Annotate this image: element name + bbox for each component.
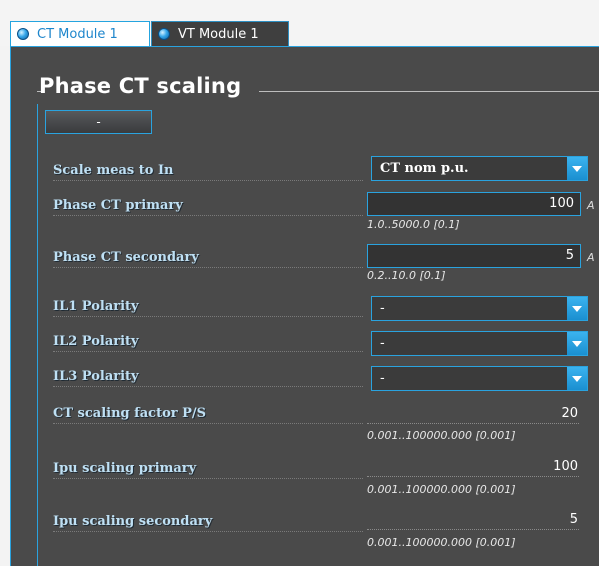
- ct-primary-range: 1.0..5000.0 [0.1]: [367, 218, 460, 231]
- scale-meas-label: Scale meas to In: [53, 163, 174, 178]
- ipu-primary-range: 0.001..100000.000 [0.001]: [367, 483, 516, 496]
- ct-secondary-label: Phase CT secondary: [53, 250, 199, 265]
- tab-ct-module-1[interactable]: CT Module 1: [10, 21, 150, 46]
- scale-meas-value: CT nom p.u.: [380, 161, 469, 176]
- ct-primary-unit: A: [587, 199, 595, 212]
- tab-bar: CT Module 1 VT Module 1: [0, 0, 599, 46]
- ipu-secondary-label: Ipu scaling secondary: [53, 514, 213, 529]
- status-dot-icon: [17, 28, 29, 40]
- row-divider: [53, 423, 363, 424]
- ct-secondary-range: 0.2..10.0 [0.1]: [367, 269, 446, 282]
- ct-scaling-factor-range: 0.001..100000.000 [0.001]: [367, 429, 516, 442]
- row-divider: [53, 386, 363, 387]
- ct-scaling-factor-label: CT scaling factor P/S: [53, 406, 207, 421]
- il3-polarity-label: IL3 Polarity: [53, 369, 139, 384]
- section-title: Phase CT scaling: [39, 74, 242, 98]
- tab-vt-module-1[interactable]: VT Module 1: [151, 21, 289, 46]
- section-divider: [259, 91, 599, 92]
- row-divider: [53, 351, 363, 352]
- il1-polarity-select[interactable]: -: [371, 296, 588, 321]
- row-divider: [53, 267, 363, 268]
- row-divider: [53, 531, 363, 532]
- dropdown-arrow-icon[interactable]: [567, 297, 587, 320]
- ct-primary-label: Phase CT primary: [53, 198, 183, 213]
- collapse-button[interactable]: -: [45, 110, 152, 134]
- row-divider: [53, 215, 363, 216]
- ct-scaling-factor-value: 20: [561, 406, 578, 421]
- ct-secondary-input[interactable]: 5: [367, 244, 581, 268]
- ipu-secondary-value: 5: [569, 512, 578, 527]
- il1-polarity-label: IL1 Polarity: [53, 299, 139, 314]
- il3-polarity-select[interactable]: -: [371, 366, 588, 391]
- row-divider: [53, 316, 363, 317]
- ipu-primary-value: 100: [553, 459, 578, 474]
- ipu-secondary-range: 0.001..100000.000 [0.001]: [367, 536, 516, 549]
- il1-polarity-value: -: [380, 301, 385, 316]
- tab-label: CT Module 1: [37, 26, 118, 42]
- scale-meas-select[interactable]: CT nom p.u.: [371, 156, 588, 181]
- row-divider: [53, 180, 363, 181]
- ct-primary-input[interactable]: 100: [367, 192, 581, 216]
- value-divider: [367, 423, 579, 424]
- status-dot-icon: [158, 28, 170, 40]
- dropdown-arrow-icon[interactable]: [567, 157, 587, 180]
- il2-polarity-select[interactable]: -: [371, 331, 588, 356]
- ct-secondary-unit: A: [587, 251, 595, 264]
- il2-polarity-value: -: [380, 336, 385, 351]
- il3-polarity-value: -: [380, 371, 385, 386]
- dropdown-arrow-icon[interactable]: [567, 367, 587, 390]
- settings-panel: Phase CT scaling - Scale meas to In CT n…: [10, 46, 599, 566]
- ipu-primary-label: Ipu scaling primary: [53, 461, 197, 476]
- il2-polarity-label: IL2 Polarity: [53, 334, 139, 349]
- value-divider: [367, 529, 579, 530]
- value-divider: [367, 476, 579, 477]
- dropdown-arrow-icon[interactable]: [567, 332, 587, 355]
- tab-label: VT Module 1: [178, 26, 259, 42]
- row-divider: [53, 478, 363, 479]
